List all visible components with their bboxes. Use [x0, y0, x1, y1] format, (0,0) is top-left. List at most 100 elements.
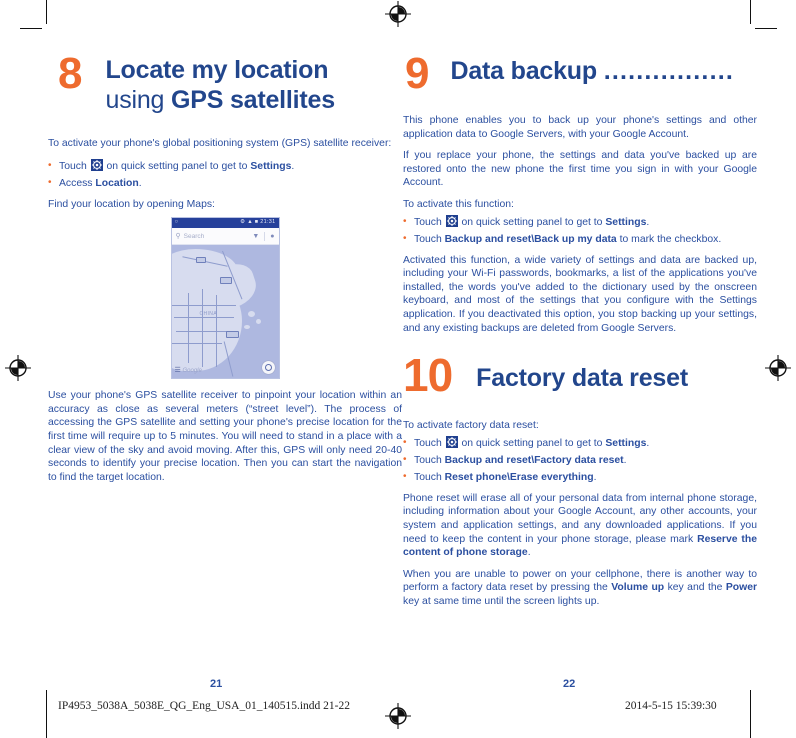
chapter-title: Locate my location using GPS satellites [105, 55, 335, 115]
chapter-title-line1: Locate my location [105, 56, 329, 84]
map-attribution: Google [182, 368, 202, 375]
chapter-title: Factory data reset [476, 364, 688, 393]
step-pre-text: Touch [414, 437, 445, 449]
map-island-1 [247, 311, 255, 318]
reset-paragraph-2-post: key at same time until the screen lights… [403, 595, 600, 607]
chapter-number: 8 [58, 49, 83, 98]
list-item-factory-data-reset: Touch Backup and reset\Factory data rese… [403, 452, 757, 468]
backup-activate-line: To activate this function: [403, 198, 514, 210]
gps-steps-list: Touch on quick setting panel to get to S… [48, 158, 402, 191]
registration-mark-bottom [385, 703, 411, 729]
settings-gear-icon [445, 435, 458, 448]
step-mid-text: on quick setting panel to get to [458, 437, 606, 449]
chapter-title-line2-bold: GPS satellites [171, 86, 335, 114]
step-pre-text: Access [59, 177, 96, 189]
backup-paragraph-1: This phone enables you to back up your p… [403, 115, 757, 140]
crop-mark-bottom-left [46, 690, 47, 738]
status-bar-notification-icon: ○ [174, 219, 179, 226]
step-bold-text: Settings [605, 437, 647, 449]
page-number-left: 21 [210, 678, 223, 690]
chapter-title-text: Data backup [450, 57, 604, 85]
list-item-backup-my-data: Touch Backup and reset\Back up my data t… [403, 231, 757, 247]
step-post-text: . [646, 437, 650, 449]
screenshot-search-bar: ⚲ Search ▼ ● [171, 228, 279, 246]
print-footer-timestamp: 2014-5-15 15:39:30 [625, 700, 717, 712]
map-island-3 [243, 325, 250, 330]
backup-steps-list: Touch on quick setting panel to get to S… [403, 214, 757, 247]
step-post-text: . [593, 471, 597, 483]
search-bar-actions: ▼ ● [252, 231, 275, 241]
settings-gear-icon [90, 158, 103, 171]
reset-paragraph-2-mid: key and the [664, 582, 726, 594]
gps-intro-text: To activate your phone's global position… [48, 138, 392, 149]
reset-activate-line: To activate factory data reset: [403, 420, 539, 432]
step-post-text: to mark the checkbox. [616, 233, 722, 245]
map-island-2 [255, 319, 261, 325]
navigation-icon: ▼ [252, 232, 260, 240]
left-page: 8 Locate my location using GPS satellite… [48, 0, 402, 691]
list-item-access-location: Access Location. [48, 175, 402, 191]
reset-paragraph-2-bold1: Volume up [611, 582, 665, 594]
account-icon: ● [270, 232, 275, 240]
my-location-button[interactable] [261, 361, 275, 375]
search-icon: ⚲ [175, 233, 181, 241]
map-road-v3 [215, 295, 217, 368]
map-layers-icon: ☰ [174, 367, 181, 375]
list-item-touch-settings: Touch on quick setting panel to get to S… [48, 158, 402, 174]
chapter-title: Data backup ................ [450, 56, 734, 86]
map-road-h3 [175, 331, 230, 333]
map-road-h2 [173, 317, 234, 319]
step-mid-text: on quick setting panel to get to [458, 216, 606, 228]
step-post-text: . [291, 160, 295, 172]
step-mid-text: on quick setting panel to get to [103, 160, 251, 172]
list-item-touch-settings: Touch on quick setting panel to get to S… [403, 214, 757, 230]
maps-screenshot: ○ ⚙ ▲ ■ 21:31 ⚲ Search ▼ ● CHINA ☰ Googl… [170, 217, 280, 380]
chapter-10-heading: 10 Factory data reset [403, 352, 757, 398]
step-bold-text: Reset phone\Erase everything [444, 471, 594, 483]
crop-mark-top-left [46, 0, 47, 24]
find-location-text: Find your location by opening Maps: [48, 198, 215, 210]
registration-mark-left [5, 355, 31, 381]
reset-steps-list: Touch on quick setting panel to get to S… [403, 435, 757, 485]
step-bold-text: Backup and reset\Back up my data [444, 233, 617, 245]
chapter-8-heading: 8 Locate my location using GPS satellite… [48, 50, 402, 115]
reset-paragraph-1-post: . [527, 547, 531, 559]
step-bold-text: Settings [605, 216, 647, 228]
reset-paragraph-2-bold2: Power [725, 582, 758, 594]
backup-paragraph-3: Activated this function, a wide variety … [403, 254, 757, 334]
step-pre-text: Touch [414, 233, 445, 245]
backup-paragraph-2: If you replace your phone, the settings … [403, 150, 757, 189]
search-placeholder: Search [183, 232, 205, 240]
crop-mark-top-left-h [20, 28, 42, 29]
reset-paragraph-2: When you are unable to power on your cel… [403, 568, 757, 609]
map-highway-chip-3 [195, 257, 206, 264]
step-pre-text: Touch [414, 454, 445, 466]
chapter-title-leader: ................ [603, 57, 735, 85]
divider [264, 231, 266, 241]
list-item-touch-settings: Touch on quick setting panel to get to S… [403, 435, 757, 451]
my-location-icon [264, 364, 272, 372]
status-bar-time: ⚙ ▲ ■ 21:31 [240, 219, 276, 226]
chapter-title-line2: using GPS satellites [105, 85, 335, 115]
step-pre-text: Touch [59, 160, 90, 172]
map-road-h4 [171, 343, 222, 345]
chapter-title-line2-plain: using [105, 86, 171, 114]
step-post-text: . [623, 454, 627, 466]
step-post-text: . [138, 177, 142, 189]
registration-mark-right [765, 355, 791, 381]
step-pre-text: Touch [414, 216, 445, 228]
step-bold-text: Location [95, 177, 139, 189]
screenshot-status-bar: ○ ⚙ ▲ ■ 21:31 [171, 218, 279, 229]
chapter-9-heading: 9 Data backup ................ [403, 50, 757, 96]
map-road-h1 [171, 305, 236, 307]
screenshot-map-canvas: CHINA ☰ Google [171, 245, 279, 378]
step-post-text: . [646, 216, 650, 228]
map-city-label: CHINA [199, 311, 218, 318]
page-number-right: 22 [563, 678, 576, 690]
map-road-v1 [187, 293, 189, 364]
print-footer-filename: IP4953_5038A_5038E_QG_Eng_USA_01_140515.… [58, 700, 350, 712]
chapter-number: 9 [405, 49, 430, 98]
map-road-v2 [201, 289, 203, 368]
right-page: 9 Data backup ................ This phon… [403, 0, 757, 691]
step-pre-text: Touch [414, 471, 445, 483]
